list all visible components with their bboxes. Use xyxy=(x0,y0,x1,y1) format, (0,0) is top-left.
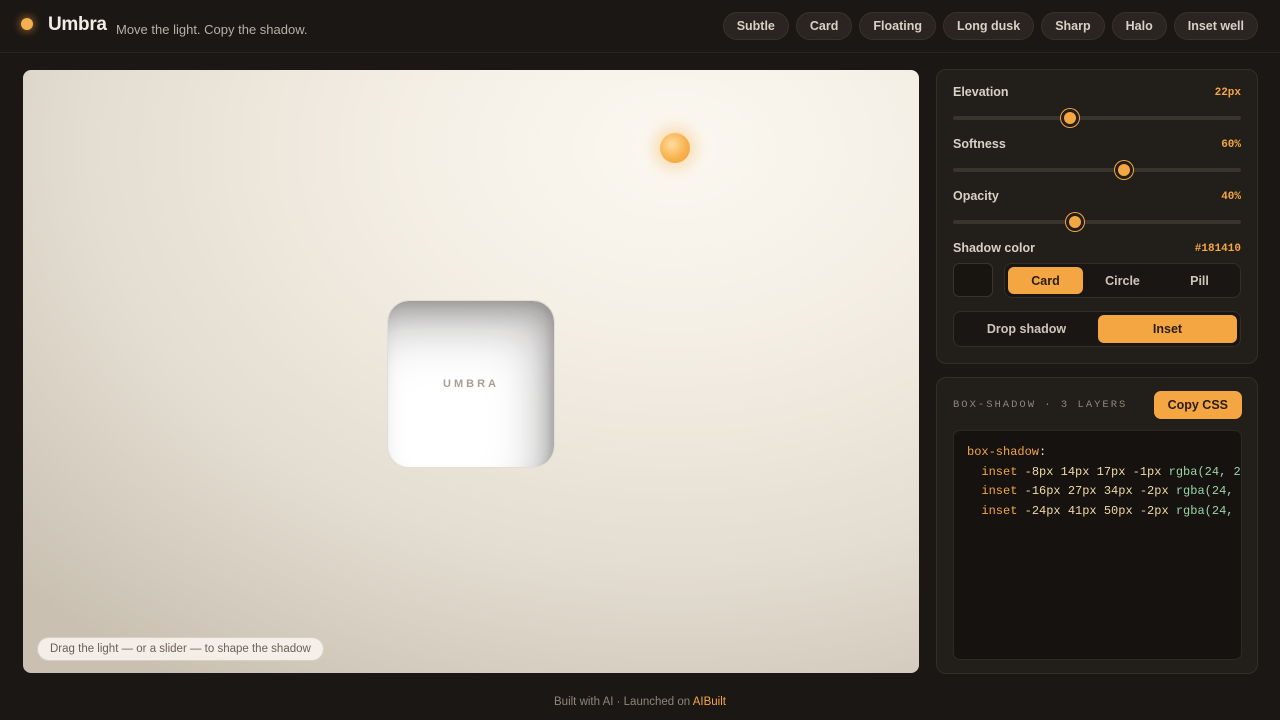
shadow-color-label: Shadow color xyxy=(953,241,1035,255)
preset-inset-well[interactable]: Inset well xyxy=(1173,12,1258,40)
softness-slider[interactable] xyxy=(953,161,1241,179)
elevation-label: Elevation xyxy=(953,85,1009,99)
preview-stage[interactable]: UMBRA Drag the light — or a slider — to … xyxy=(23,70,919,673)
preset-sharp[interactable]: Sharp xyxy=(1041,12,1105,40)
tagline: Move the light. Copy the shadow. xyxy=(116,22,308,37)
preset-list: Subtle Card Floating Long dusk Sharp Hal… xyxy=(722,12,1258,40)
app-header: Umbra Move the light. Copy the shadow. S… xyxy=(0,0,1280,53)
opacity-slider[interactable] xyxy=(953,213,1241,231)
preset-halo[interactable]: Halo xyxy=(1111,12,1167,40)
preset-long-dusk[interactable]: Long dusk xyxy=(942,12,1035,40)
code-layer-2-offsets: -16px 27px 34px -2px xyxy=(1024,484,1169,498)
shape-circle-button[interactable]: Circle xyxy=(1085,267,1160,294)
copy-css-button[interactable]: Copy CSS xyxy=(1153,391,1242,419)
code-title: BOX-SHADOW · 3 LAYERS xyxy=(953,399,1128,411)
brand-name: Umbra xyxy=(48,14,107,35)
opacity-slider-thumb[interactable] xyxy=(1066,213,1085,231)
controls-panel: Elevation 22px Softness 60% Opacity 40% … xyxy=(936,69,1258,364)
code-layer-1-color: rgba(24, 20, 16, 0.16) xyxy=(1168,464,1241,479)
elevation-slider-thumb[interactable] xyxy=(1060,109,1079,127)
softness-slider-thumb[interactable] xyxy=(1115,161,1134,179)
preview-card-label: UMBRA xyxy=(443,378,499,390)
footer-text: Built with AI · Launched on xyxy=(554,696,693,708)
preset-card[interactable]: Card xyxy=(795,12,853,40)
drop-shadow-button[interactable]: Drop shadow xyxy=(957,315,1096,343)
code-layer-3-offsets: -24px 41px 50px -2px xyxy=(1024,503,1169,518)
elevation-value: 22px xyxy=(1214,87,1241,99)
opacity-value: 40% xyxy=(1221,191,1241,203)
code-layer-2-keyword: inset xyxy=(981,484,1018,498)
softness-value: 60% xyxy=(1221,139,1241,151)
code-layer-2-color: rgba(24, 20, 16, 0.14) xyxy=(1175,484,1241,498)
shape-pill-button[interactable]: Pill xyxy=(1162,267,1237,294)
code-layer-3-color: rgba(24, 20, 16, 0.12) xyxy=(1175,503,1241,518)
preset-subtle[interactable]: Subtle xyxy=(722,12,789,40)
shadow-color-swatch[interactable] xyxy=(953,263,993,297)
light-source-handle[interactable] xyxy=(660,133,690,163)
code-layer-1-offsets: -8px 14px 17px -1px xyxy=(1024,464,1162,479)
elevation-slider[interactable] xyxy=(953,109,1241,127)
shape-selector: Card Circle Pill xyxy=(1004,263,1241,298)
code-layer-3-keyword: inset xyxy=(981,503,1018,518)
code-layer-1-keyword: inset xyxy=(981,464,1018,479)
opacity-label: Opacity xyxy=(953,189,999,203)
css-code-block[interactable]: box-shadow: inset -8px 14px 17px -1px rg… xyxy=(953,430,1242,660)
shadow-color-value: #181410 xyxy=(1194,243,1241,255)
stage-hint: Drag the light — or a slider — to shape … xyxy=(37,637,324,661)
inset-button[interactable]: Inset xyxy=(1098,315,1237,343)
footer: Built with AI · Launched on AIBuilt xyxy=(0,696,1280,708)
code-property: box-shadow xyxy=(967,445,1040,459)
shadow-mode-toggle: Drop shadow Inset xyxy=(953,311,1241,347)
softness-label: Softness xyxy=(953,137,1006,151)
preview-card: UMBRA xyxy=(387,300,555,468)
logo-sun-icon xyxy=(21,18,33,30)
shape-card-button[interactable]: Card xyxy=(1008,267,1083,294)
code-panel: BOX-SHADOW · 3 LAYERS Copy CSS box-shado… xyxy=(936,377,1258,674)
preset-floating[interactable]: Floating xyxy=(859,12,936,40)
footer-link[interactable]: AIBuilt xyxy=(693,696,726,708)
